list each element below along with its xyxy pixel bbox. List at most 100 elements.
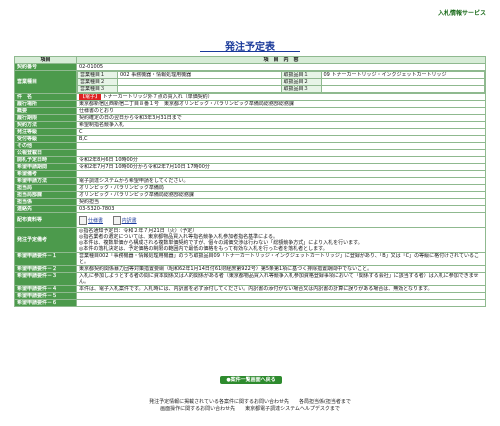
label-business-category: 営業種目: [14, 70, 77, 94]
label-other: その他: [14, 142, 77, 150]
value-department: オリンピック・パラリンピック準備局総務部総務課: [76, 191, 486, 199]
label-department: 担当局部課: [14, 191, 77, 199]
footer-line: 発注予定情報に掲載されている各案件に関するお問い合わせ先 各局担当係(担当者まで: [149, 399, 351, 405]
value-requirement-1: 営業種目002「事務機器・情報処理用機器」のうち取扱品目09「トナーカートリッジ…: [76, 252, 486, 266]
order-schedule-table: 項目 項 目 内 容 契約番号 02-01005 営業種目 営業種目１ 002 …: [14, 56, 486, 307]
value-place: 東京都新宿区西新宿二丁目８番１号 東京都オリンピック・パラリンピック準備局総務部…: [76, 100, 486, 108]
breakdown-download-link[interactable]: 内訳書: [112, 215, 137, 225]
row-application-method: 希望申請方法 電子調達システムから希望申請をしてください。: [14, 177, 486, 185]
row-contract-number: 契約番号 02-01005: [14, 63, 486, 71]
row-bureau: 担当局 オリンピック・パラリンピック準備局: [14, 184, 486, 192]
row-section: 担当係 契約担当: [14, 198, 486, 206]
value-subject: 【電子】 トナーカートリッジ外７点の買入れ（単価契約）: [76, 93, 486, 101]
label-documents: 配布資料等: [14, 212, 77, 228]
label-requirement-6: 希望申請要件－６: [14, 299, 77, 307]
row-accept-grade: 受付等級 B,C: [14, 135, 486, 143]
value-application-method: 電子調達システムから希望申請をしてください。: [76, 177, 486, 185]
row-order-note: 発注予定備考 ◎指名通知予定日：令和２年７月21日（火）（予定） ◎指名業者の選…: [14, 227, 486, 253]
row-requirement-6: 希望申請要件－６: [14, 299, 486, 307]
label-application-period: 希望申請期間: [14, 163, 77, 171]
value-bureau: オリンピック・パラリンピック準備局: [76, 184, 486, 192]
spec-link-text[interactable]: 仕様書: [88, 218, 103, 224]
label-application-method: 希望申請方法: [14, 177, 77, 185]
label-contract-method: 契約方法: [14, 121, 77, 129]
item-value: [320, 78, 485, 86]
row-contact: 連絡先 03-5320-7803: [14, 205, 486, 213]
row-subject: 件 名 【電子】 トナーカートリッジ外７点の買入れ（単価契約）: [14, 93, 486, 101]
breakdown-link-text[interactable]: 内訳書: [122, 218, 137, 224]
row-opening-date: 開札予定日時 令和2年8月6日 10時00分: [14, 156, 486, 164]
subject-text: トナーカートリッジ外７点の買入れ（単価契約）: [102, 94, 213, 100]
value-opening-date: 令和2年8月6日 10時00分: [76, 156, 486, 164]
label-application-note: 希望備考: [14, 170, 77, 178]
row-other: その他: [14, 142, 486, 150]
row-application-period: 希望申請期間 令和2年7月7日 10時00分から令和2年7月10日 17時00分: [14, 163, 486, 171]
category-value: 002 事務機器・情報処理用機器: [117, 71, 282, 79]
category-row: 営業種目２ 取扱品目２: [77, 78, 485, 86]
value-application-period: 令和2年7月7日 10時00分から令和2年7月10日 17時00分: [76, 163, 486, 171]
label-bureau: 担当局: [14, 184, 77, 192]
row-requirement-5: 希望申請要件－５: [14, 292, 486, 300]
value-requirement-4: 本件は、電子入札案件です。入札時には、内訳書を必ず添付してください。内訳書の添付…: [76, 285, 486, 293]
category-key: 営業種目２: [77, 78, 118, 86]
label-accept-grade: 受付等級: [14, 135, 77, 143]
label-requirement-2: 希望申請要件－２: [14, 265, 77, 273]
value-requirement-6: [76, 299, 486, 307]
label-subject: 件 名: [14, 93, 77, 101]
label-opening-date: 開札予定日時: [14, 156, 77, 164]
value-other: [76, 142, 486, 150]
item-key: 取扱品目１: [280, 71, 322, 79]
row-gazette-date: 公報登載日: [14, 149, 486, 157]
back-to-list-button[interactable]: ●案件一覧画面へ戻る: [220, 376, 282, 384]
value-section: 契約担当: [76, 198, 486, 206]
row-summary: 概要 仕様書のとおり: [14, 107, 486, 115]
label-gazette-date: 公報登載日: [14, 149, 77, 157]
row-period: 履行期限 契約確定の日の翌日から令和3年3月31日まで: [14, 114, 486, 122]
row-documents: 配布資料等 仕様書 内訳書: [14, 212, 486, 228]
row-requirement-2: 希望申請要件－２ 東京都契約関係暴力団等対策措置要綱（昭和62年1月14日付61…: [14, 265, 486, 273]
footer-line: 画面操作に関するお問い合わせ先 東京都電子調達システムヘルプデスクまで: [160, 406, 340, 412]
category-value: [117, 85, 282, 93]
spec-download-link[interactable]: 仕様書: [79, 215, 103, 225]
row-place: 履行場所 東京都新宿区西新宿二丁目８番１号 東京都オリンピック・パラリンピック準…: [14, 100, 486, 108]
value-documents: 仕様書 内訳書: [76, 212, 486, 228]
header-content: 項 目 内 容: [76, 56, 486, 64]
row-business-category: 営業種目 営業種目１ 002 事務機器・情報処理用機器 取扱品目１ 09 トナー…: [14, 70, 486, 94]
item-value: 09 トナーカートリッジ・インクジェットカートリッジ: [320, 71, 485, 79]
label-requirement-1: 希望申請要件－１: [14, 252, 77, 266]
row-application-note: 希望備考: [14, 170, 486, 178]
label-order-note: 発注予定備考: [14, 227, 77, 253]
value-contract-number: 02-01005: [76, 63, 486, 71]
row-order-grade: 発注等級 C: [14, 128, 486, 136]
value-gazette-date: [76, 149, 486, 157]
value-requirement-5: [76, 292, 486, 300]
table-header-row: 項目 項 目 内 容: [14, 56, 486, 64]
electronic-badge: 【電子】: [79, 94, 102, 100]
row-requirement-4: 希望申請要件－４ 本件は、電子入札案件です。入札時には、内訳書を必ず添付してくだ…: [14, 285, 486, 293]
value-contact: 03-5320-7803: [76, 205, 486, 213]
label-contract-number: 契約番号: [14, 63, 77, 71]
label-period: 履行期限: [14, 114, 77, 122]
value-requirement-2: 東京都契約関係暴力団等対策措置要綱（昭和62年1月14日付61財経庶第922号）…: [76, 265, 486, 273]
business-category-grid: 営業種目１ 002 事務機器・情報処理用機器 取扱品目１ 09 トナーカートリッ…: [76, 70, 486, 94]
label-section: 担当係: [14, 198, 77, 206]
value-requirement-3: 入札に参加しようとする者の間に資本関係又は人的関係がある者（東京都物品買入れ等競…: [76, 272, 486, 286]
bid-info-service-link[interactable]: 入札情報サービス: [438, 8, 486, 17]
value-contract-method: 希望制指名競争入札: [76, 121, 486, 129]
label-place: 履行場所: [14, 100, 77, 108]
row-requirement-1: 希望申請要件－１ 営業種目002「事務機器・情報処理用機器」のうち取扱品目09「…: [14, 252, 486, 266]
row-contract-method: 契約方法 希望制指名競争入札: [14, 121, 486, 129]
label-requirement-3: 希望申請要件－３: [14, 272, 77, 286]
item-key: 取扱品目３: [280, 85, 322, 93]
category-row: 営業種目１ 002 事務機器・情報処理用機器 取扱品目１ 09 トナーカートリッ…: [77, 71, 485, 79]
value-accept-grade: B,C: [76, 135, 486, 143]
category-key: 営業種目３: [77, 85, 118, 93]
value-order-grade: C: [76, 128, 486, 136]
header-item: 項目: [14, 56, 77, 64]
row-department: 担当局部課 オリンピック・パラリンピック準備局総務部総務課: [14, 191, 486, 199]
footer: 発注予定情報に掲載されている各案件に関するお問い合わせ先 各局担当係(担当者まで…: [0, 399, 500, 413]
note-line: ◎本件の落札決定は、予定価格の制限の範囲内で最低の価格をもって有効な入札を行った…: [79, 246, 328, 252]
value-application-note: [76, 170, 486, 178]
value-period: 契約確定の日の翌日から令和3年3月31日まで: [76, 114, 486, 122]
category-key: 営業種目１: [77, 71, 118, 79]
